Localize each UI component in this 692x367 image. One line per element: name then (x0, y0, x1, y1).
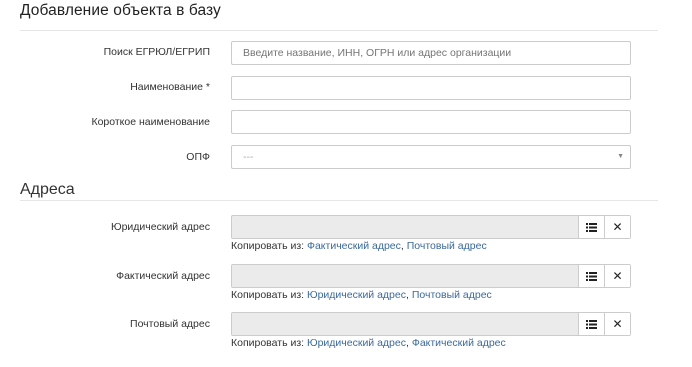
opf-selected-value: --- (243, 151, 254, 163)
short-name-input[interactable] (231, 110, 631, 134)
opf-label: ОПФ (186, 151, 210, 163)
legal-address-field[interactable] (232, 216, 578, 238)
list-icon (586, 222, 597, 232)
copy-from-postal-link[interactable]: Почтовый адрес (412, 289, 492, 301)
postal-address-label: Почтовый адрес (130, 318, 210, 330)
actual-address-clear-button[interactable]: ✕ (604, 265, 630, 287)
copy-prefix: Копировать из: (231, 337, 305, 349)
title-divider (20, 30, 658, 31)
actual-address-group: ✕ (231, 264, 631, 288)
copy-prefix: Копировать из: (231, 240, 305, 252)
close-icon: ✕ (612, 220, 623, 234)
close-icon: ✕ (612, 269, 623, 283)
postal-address-list-button[interactable] (578, 313, 604, 335)
addresses-section-title: Адреса (20, 181, 75, 198)
actual-copy-line: Копировать из: Юридический адрес, Почтов… (231, 289, 492, 301)
copy-prefix: Копировать из: (231, 289, 305, 301)
search-label: Поиск ЕГРЮЛ/ЕГРИП (103, 46, 210, 58)
name-label: Наименование * (130, 81, 210, 93)
actual-address-list-button[interactable] (578, 265, 604, 287)
copy-from-actual-link[interactable]: Фактический адрес (307, 240, 401, 252)
close-icon: ✕ (612, 317, 623, 331)
list-icon (586, 271, 597, 281)
postal-address-group: ✕ (231, 312, 631, 336)
actual-address-field[interactable] (232, 265, 578, 287)
copy-from-actual-link[interactable]: Фактический адрес (412, 337, 506, 349)
postal-address-clear-button[interactable]: ✕ (604, 313, 630, 335)
copy-from-legal-link[interactable]: Юридический адрес (307, 337, 406, 349)
postal-address-field[interactable] (232, 313, 578, 335)
caret-down-icon: ▼ (617, 153, 624, 160)
list-icon (586, 319, 597, 329)
short-name-label: Короткое наименование (91, 116, 210, 128)
legal-address-list-button[interactable] (578, 216, 604, 238)
page-title: Добавление объекта в базу (20, 2, 221, 19)
copy-from-postal-link[interactable]: Почтовый адрес (407, 240, 487, 252)
legal-address-clear-button[interactable]: ✕ (604, 216, 630, 238)
opf-select[interactable]: --- ▼ (231, 145, 631, 169)
search-input[interactable] (231, 41, 631, 65)
actual-address-label: Фактический адрес (116, 270, 210, 282)
legal-address-label: Юридический адрес (110, 221, 210, 233)
legal-copy-line: Копировать из: Фактический адрес, Почтов… (231, 240, 487, 252)
legal-address-group: ✕ (231, 215, 631, 239)
postal-copy-line: Копировать из: Юридический адрес, Фактич… (231, 337, 506, 349)
addresses-divider (20, 200, 658, 201)
name-input[interactable] (231, 76, 631, 100)
copy-from-legal-link[interactable]: Юридический адрес (307, 289, 406, 301)
